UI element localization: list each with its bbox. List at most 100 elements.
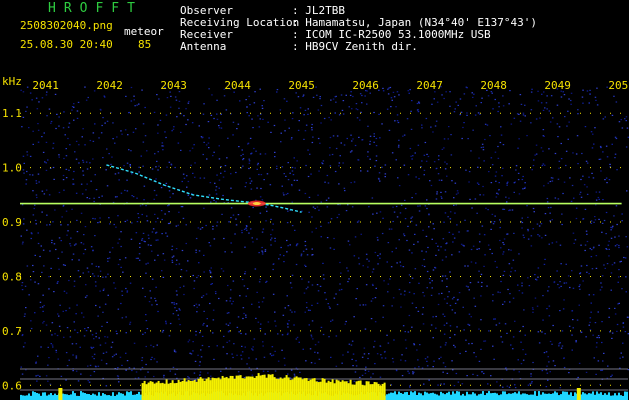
noise-pixel: [586, 193, 589, 195]
noise-pixel: [275, 325, 277, 327]
noise-pixel: [331, 153, 334, 156]
noise-pixel: [480, 146, 483, 149]
signal-bar-peak: [327, 380, 330, 400]
noise-pixel: [433, 161, 436, 163]
noise-pixel: [560, 158, 563, 160]
noise-pixel: [387, 283, 390, 285]
noise-pixel: [84, 248, 87, 251]
signal-bar: [568, 394, 570, 400]
noise-pixel: [622, 326, 625, 328]
noise-pixel: [542, 150, 544, 152]
noise-pixel: [192, 274, 194, 277]
noise-pixel: [22, 241, 24, 243]
noise-pixel: [440, 179, 443, 181]
noise-pixel: [210, 267, 212, 269]
noise-pixel: [401, 375, 404, 377]
noise-pixel: [216, 221, 219, 223]
noise-pixel: [610, 229, 612, 231]
noise-pixel: [276, 168, 278, 170]
noise-pixel: [392, 297, 395, 299]
noise-pixel: [227, 324, 230, 326]
noise-pixel: [421, 124, 423, 126]
noise-pixel: [328, 116, 330, 119]
noise-pixel: [230, 217, 232, 219]
noise-pixel: [416, 349, 418, 351]
noise-pixel: [139, 205, 142, 207]
noise-pixel: [379, 257, 381, 259]
noise-pixel: [101, 325, 103, 327]
noise-pixel: [605, 248, 607, 250]
noise-pixel: [292, 174, 295, 176]
noise-pixel: [131, 369, 133, 372]
noise-pixel: [274, 240, 276, 242]
noise-pixel: [517, 359, 519, 361]
noise-pixel: [508, 209, 510, 212]
signal-bar: [622, 395, 624, 400]
noise-pixel: [290, 287, 293, 289]
noise-pixel: [355, 365, 358, 367]
noise-pixel: [590, 222, 593, 224]
noise-pixel: [320, 225, 322, 227]
noise-pixel: [243, 377, 246, 379]
noise-pixel: [256, 187, 258, 189]
noise-pixel: [220, 370, 222, 372]
x-tick-label: 2041: [32, 79, 59, 92]
noise-pixel: [39, 306, 42, 309]
noise-pixel: [430, 184, 433, 187]
noise-pixel: [259, 278, 261, 280]
noise-pixel: [437, 384, 439, 386]
noise-pixel: [454, 108, 456, 110]
noise-pixel: [144, 376, 146, 378]
noise-pixel: [423, 258, 425, 261]
noise-pixel: [574, 239, 577, 241]
noise-pixel: [165, 182, 168, 184]
noise-pixel: [172, 193, 174, 195]
signal-bar: [526, 394, 528, 400]
noise-pixel: [325, 199, 328, 201]
noise-pixel: [368, 260, 370, 262]
noise-pixel: [43, 265, 45, 267]
noise-pixel: [153, 358, 156, 360]
noise-pixel: [42, 249, 45, 251]
noise-pixel: [595, 373, 597, 375]
noise-pixel: [343, 144, 346, 146]
noise-pixel: [522, 349, 524, 351]
noise-pixel: [576, 135, 579, 137]
noise-pixel: [39, 255, 41, 258]
noise-pixel: [376, 353, 379, 355]
noise-pixel: [352, 138, 354, 140]
signal-bar: [78, 395, 80, 400]
noise-pixel: [52, 221, 54, 223]
signal-bar-peak: [293, 377, 296, 400]
noise-pixel: [469, 198, 471, 200]
signal-bar: [460, 395, 462, 400]
noise-pixel: [604, 267, 606, 269]
noise-pixel: [187, 119, 189, 121]
noise-pixel: [247, 143, 249, 145]
noise-pixel: [297, 96, 300, 98]
noise-pixel: [106, 120, 109, 122]
signal-bar: [28, 393, 30, 400]
noise-pixel: [287, 323, 289, 325]
signal-bar: [598, 393, 600, 400]
noise-pixel: [455, 372, 458, 375]
noise-pixel: [410, 217, 412, 219]
noise-pixel: [128, 112, 130, 114]
noise-pixel: [509, 293, 511, 295]
noise-pixel: [151, 168, 154, 170]
noise-pixel: [281, 334, 284, 336]
noise-pixel: [302, 250, 305, 252]
signal-bar-peak: [151, 381, 154, 400]
signal-bar: [440, 391, 442, 400]
signal-bar: [412, 392, 414, 400]
noise-pixel: [65, 379, 67, 381]
noise-pixel: [410, 110, 412, 112]
noise-pixel: [504, 323, 507, 325]
noise-pixel: [289, 377, 292, 379]
signal-bar: [510, 393, 512, 400]
y-tick-label: 0.6: [2, 379, 22, 392]
noise-pixel: [174, 373, 177, 375]
noise-pixel: [454, 312, 456, 314]
noise-pixel: [610, 237, 613, 239]
noise-pixel: [546, 308, 548, 310]
